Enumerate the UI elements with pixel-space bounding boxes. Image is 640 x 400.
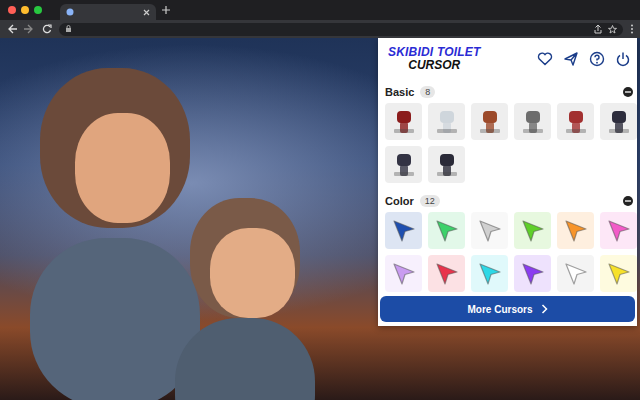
cursor-tile[interactable] [385, 255, 422, 292]
lock-icon [65, 25, 72, 33]
cursor-tile[interactable] [514, 255, 551, 292]
collapse-button[interactable] [623, 87, 633, 97]
cursor-tile[interactable] [428, 212, 465, 249]
cursor-tile[interactable] [385, 103, 422, 140]
cursor-tile[interactable] [600, 212, 637, 249]
cursor-list: Basic 8 Color 12 [378, 80, 637, 292]
cursor-arrow-icon [391, 218, 417, 244]
cursor-arrow-icon [434, 261, 460, 287]
close-icon[interactable] [143, 9, 150, 16]
power-icon[interactable] [615, 51, 631, 67]
character-cursor-icon [435, 152, 459, 178]
cursor-tile[interactable] [428, 103, 465, 140]
browser-tab[interactable] [60, 4, 156, 20]
count-badge: 8 [420, 86, 435, 98]
character-cursor-icon [478, 109, 502, 135]
toolbar [0, 20, 640, 38]
cursor-tile[interactable] [557, 255, 594, 292]
cursor-section: Basic 8 [385, 80, 633, 189]
minus-icon [624, 89, 632, 95]
header-icons [537, 51, 631, 67]
cursor-arrow-icon [563, 218, 589, 244]
cursor-arrow-icon [520, 218, 546, 244]
cursor-tile[interactable] [514, 212, 551, 249]
cursor-arrow-icon [606, 261, 632, 287]
cursor-arrow-icon [520, 261, 546, 287]
star-icon[interactable] [608, 25, 617, 34]
count-badge: 12 [420, 195, 440, 207]
cursor-tile[interactable] [557, 212, 594, 249]
section-header: Basic 8 [385, 80, 633, 103]
cursor-arrow-icon [477, 218, 503, 244]
cursor-grid [385, 103, 633, 189]
cursor-tile[interactable] [557, 103, 594, 140]
logo-line: SKIBIDI TOILET [388, 46, 481, 59]
extension-popup: SKIBIDI TOILETCURSOR Basic 8 Color 12 More Cu… [378, 38, 637, 326]
more-cursors-button[interactable]: More Cursors [380, 296, 635, 322]
help-icon[interactable] [589, 51, 605, 67]
favicon-icon [66, 8, 74, 16]
character-cursor-icon [435, 109, 459, 135]
heart-icon[interactable] [537, 51, 553, 67]
cursor-tile[interactable] [385, 146, 422, 183]
popup-header: SKIBIDI TOILETCURSOR [378, 38, 637, 80]
cursor-tile[interactable] [514, 103, 551, 140]
address-bar[interactable] [59, 23, 623, 36]
button-label: More Cursors [467, 304, 532, 315]
cursor-arrow-icon [434, 218, 460, 244]
menu-icon[interactable] [630, 24, 634, 34]
page-content: SKIBIDI TOILETCURSOR Basic 8 Color 12 More Cu… [0, 38, 640, 400]
window-control[interactable] [8, 6, 16, 14]
back-icon[interactable] [6, 24, 17, 34]
character-cursor-icon [392, 109, 416, 135]
reload-icon[interactable] [42, 24, 52, 34]
tab-bar [0, 0, 640, 20]
section-header: Color 12 [385, 189, 633, 212]
cursor-tile[interactable] [428, 146, 465, 183]
cursor-arrow-icon [606, 218, 632, 244]
section-title: Color [385, 195, 414, 207]
collapse-button[interactable] [623, 196, 633, 206]
cursor-arrow-icon [477, 261, 503, 287]
app-logo: SKIBIDI TOILETCURSOR [388, 46, 481, 72]
popup-footer: More Cursors [378, 292, 637, 326]
send-icon[interactable] [563, 51, 579, 67]
cursor-tile[interactable] [471, 255, 508, 292]
window-control[interactable] [21, 6, 29, 14]
forward-icon[interactable] [24, 24, 35, 34]
cursor-grid [385, 212, 633, 292]
cursor-tile[interactable] [385, 212, 422, 249]
cursor-tile[interactable] [428, 255, 465, 292]
minus-icon [624, 198, 632, 204]
character-cursor-icon [521, 109, 545, 135]
cursor-tile[interactable] [600, 103, 637, 140]
cursor-arrow-icon [563, 261, 589, 287]
window-control[interactable] [34, 6, 42, 14]
window-controls [8, 6, 42, 14]
cursor-tile[interactable] [600, 255, 637, 292]
cursor-tile[interactable] [471, 212, 508, 249]
character-cursor-icon [392, 152, 416, 178]
share-icon[interactable] [594, 25, 602, 34]
character-cursor-icon [564, 109, 588, 135]
cursor-section: Color 12 [385, 189, 633, 292]
cursor-arrow-icon [391, 261, 417, 287]
logo-line: CURSOR [408, 59, 460, 72]
section-title: Basic [385, 86, 414, 98]
character-cursor-icon [607, 109, 631, 135]
cursor-tile[interactable] [471, 103, 508, 140]
new-tab-icon[interactable] [162, 6, 170, 14]
chevron-right-icon [541, 304, 548, 314]
